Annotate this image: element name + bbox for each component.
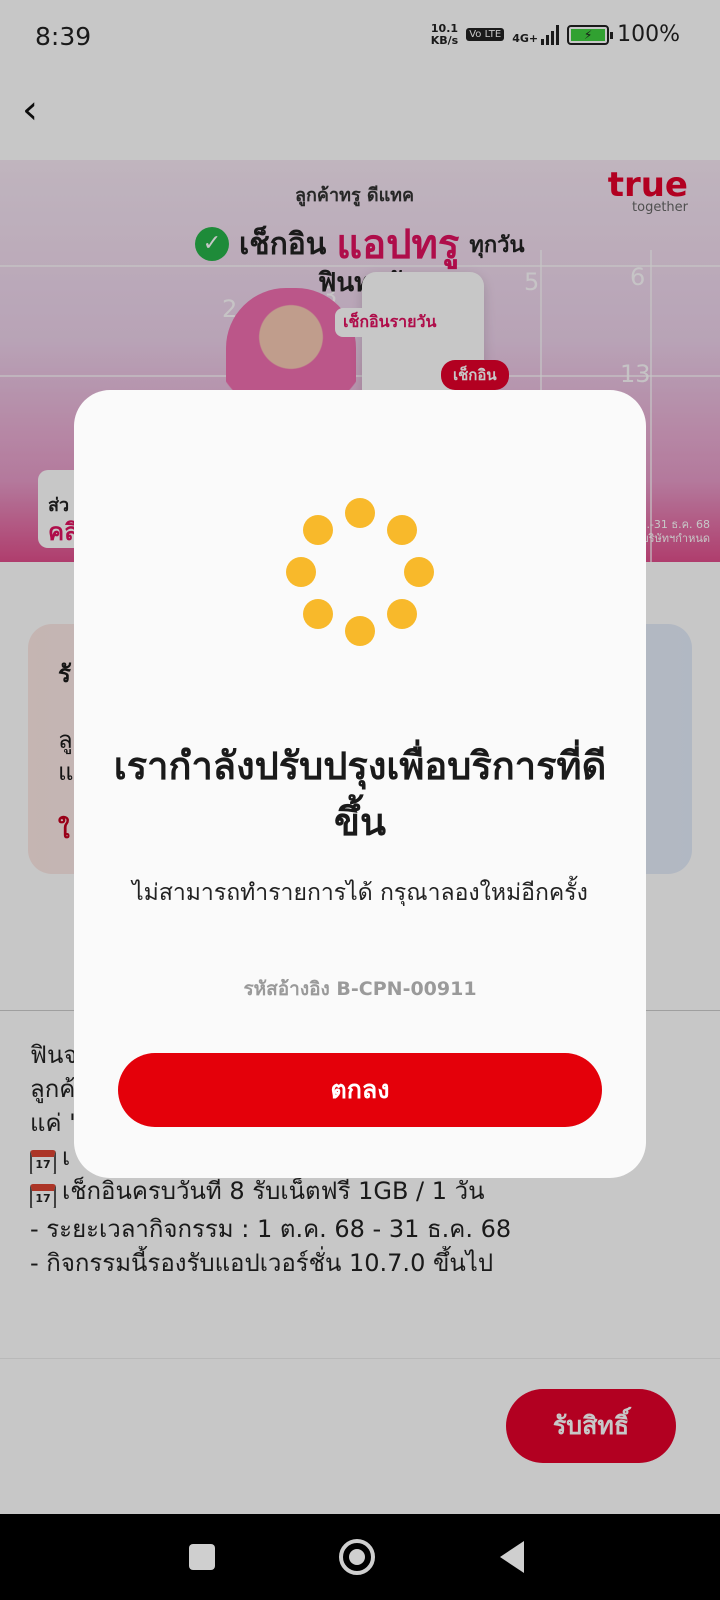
ok-button[interactable]: ตกลง — [118, 1053, 602, 1127]
nav-recents-icon[interactable] — [162, 1514, 242, 1600]
system-nav-bar — [0, 1514, 720, 1600]
dialog-reference: รหัสอ้างอิง B-CPN-00911 — [243, 978, 477, 1000]
nav-home-icon[interactable] — [317, 1514, 397, 1600]
nav-back-icon[interactable] — [472, 1514, 552, 1600]
dialog-message: ไม่สามารถทำรายการได้ กรุณาลองใหม่อีกครั้… — [132, 880, 588, 906]
error-dialog: เรากำลังปรับปรุงเพื่อบริการที่ดีขึ้น ไม่… — [74, 390, 646, 1178]
spinner-icon — [285, 498, 435, 648]
dialog-title: เรากำลังปรับปรุงเพื่อบริการที่ดีขึ้น — [113, 744, 607, 844]
